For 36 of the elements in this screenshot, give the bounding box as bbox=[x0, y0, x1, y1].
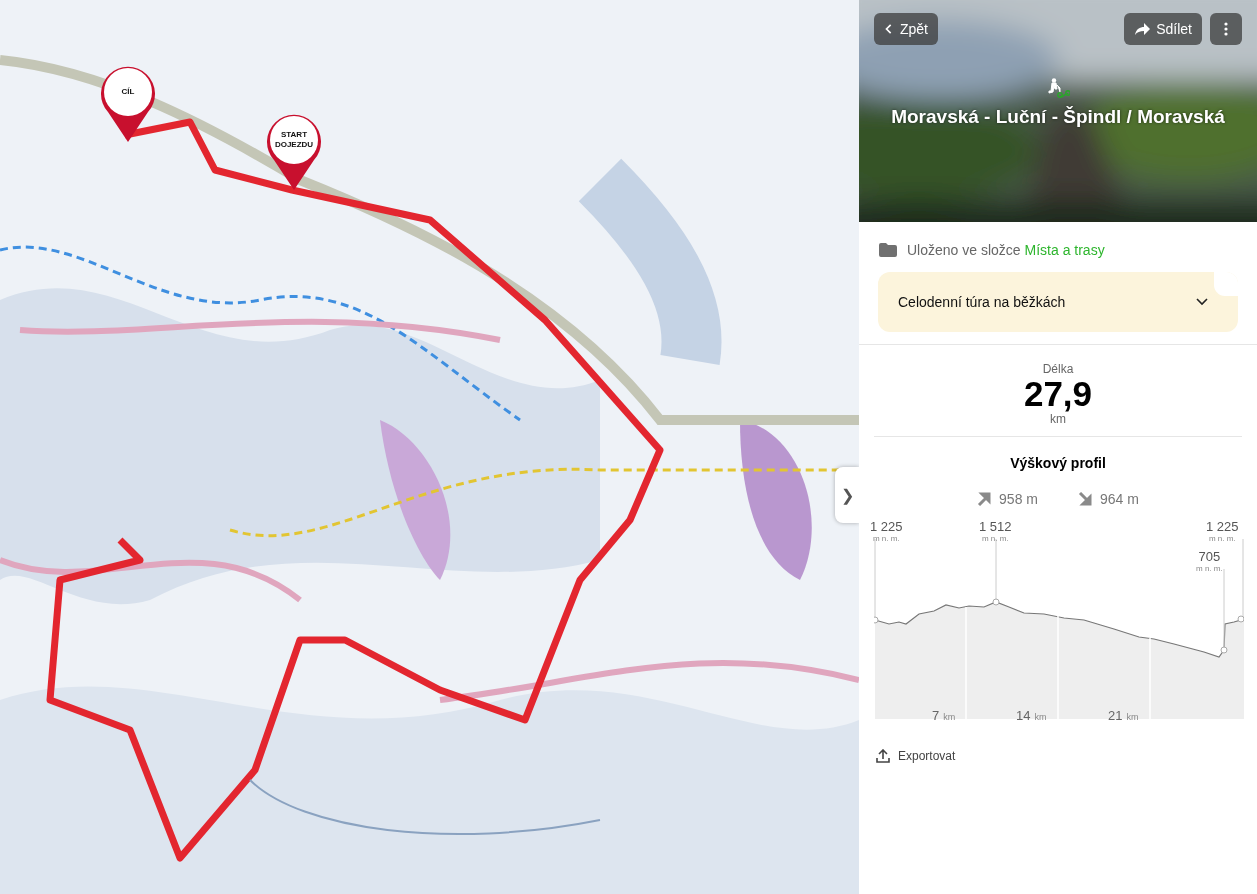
profile-title: Výškový profil bbox=[1009, 455, 1107, 471]
elevation-unit: m n. m. bbox=[871, 534, 901, 543]
distance-tick: 7 bbox=[932, 708, 940, 723]
descent-arrow-icon bbox=[1078, 492, 1092, 506]
route-title: Moravská - Luční - Špindl / Moravská bbox=[891, 106, 1225, 128]
length-unit: km bbox=[1050, 412, 1066, 426]
share-arrow-icon bbox=[1134, 22, 1151, 36]
note-dropdown[interactable]: Celodenní túra na běžkách bbox=[878, 272, 1238, 332]
upload-icon bbox=[876, 749, 890, 763]
distance-unit: km bbox=[1126, 712, 1139, 722]
share-button[interactable]: Sdílet bbox=[1124, 13, 1202, 45]
distance-unit: km bbox=[1034, 712, 1047, 722]
elevation-unit: m n. m. bbox=[1207, 534, 1237, 543]
folder-icon bbox=[879, 243, 897, 257]
elevation-unit: m n. m. bbox=[980, 534, 1010, 543]
ascent-value: 958 m bbox=[999, 491, 1038, 507]
export-button[interactable]: Exportovat bbox=[876, 749, 956, 763]
descent-value: 964 m bbox=[1100, 491, 1139, 507]
back-button[interactable]: Zpět bbox=[874, 13, 938, 45]
distance-tick: 21 bbox=[1108, 708, 1123, 723]
more-icon bbox=[1224, 22, 1228, 36]
elevation-unit: m n. m. bbox=[1196, 564, 1223, 573]
more-button[interactable] bbox=[1210, 13, 1242, 45]
caret-icon bbox=[1196, 298, 1208, 306]
elevation-label: 705 bbox=[1197, 549, 1222, 564]
length-label: Délka bbox=[1042, 362, 1074, 376]
length-value: 27,9 bbox=[1023, 376, 1093, 412]
elevation-label: 1 225 bbox=[870, 519, 903, 534]
distance-unit: km bbox=[943, 712, 956, 722]
chevron-left-icon bbox=[884, 23, 894, 35]
folder-text: Uloženo ve složce Místa a trasy bbox=[907, 242, 1105, 258]
distance-tick: 14 bbox=[1016, 708, 1031, 723]
elevation-label: 1 225 bbox=[1206, 519, 1239, 534]
elevation-label: 1 512 bbox=[979, 519, 1012, 534]
skier-route-icon bbox=[1046, 78, 1070, 100]
ascent-arrow-icon bbox=[977, 492, 992, 506]
